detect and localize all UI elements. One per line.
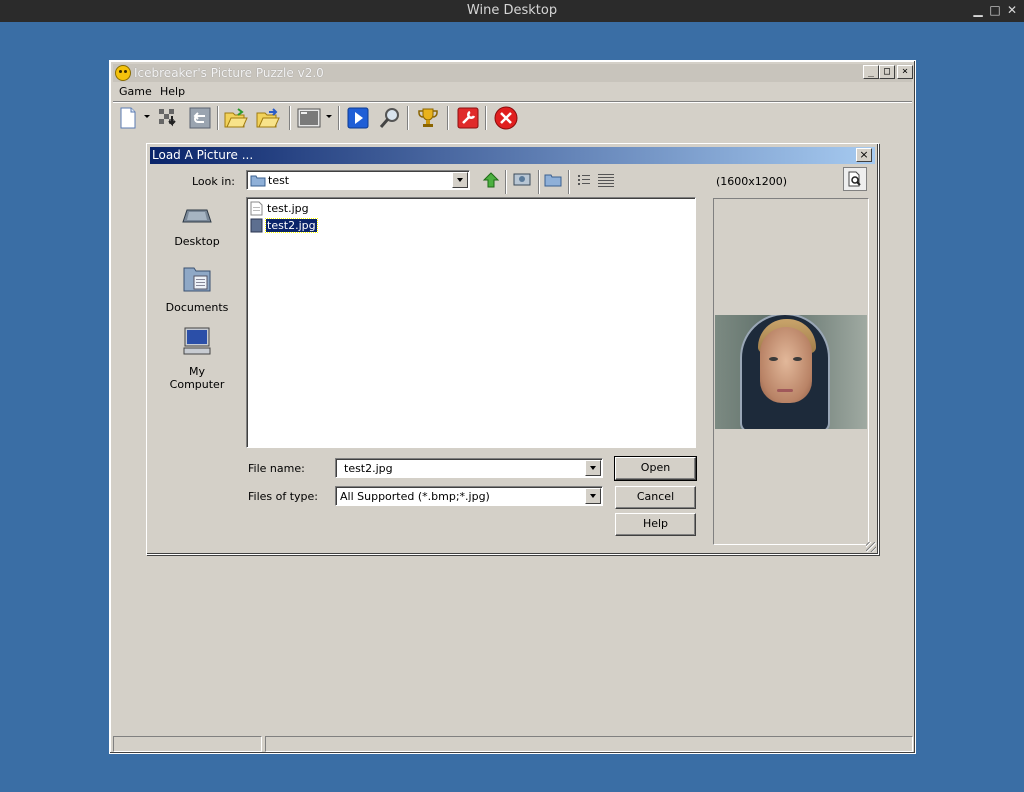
file-name-value: test2.jpg [344,462,393,475]
new-folder-icon[interactable] [540,167,566,193]
host-title-bar: Wine Desktop ▁ □ ✕ [0,0,1024,22]
open-button[interactable]: Open [614,456,697,481]
toolbar-separator [407,106,409,130]
dialog-close-button[interactable]: × [856,148,872,162]
place-my-computer-label: My Computer [169,365,225,391]
place-desktop-label: Desktop [174,235,220,248]
preview-image [715,315,867,429]
look-in-dropdown-button[interactable] [452,172,468,188]
up-folder-icon[interactable] [478,167,504,193]
host-maximize-button[interactable]: □ [987,3,1003,17]
look-in-combo[interactable]: test [246,170,470,190]
picture-select-icon[interactable] [296,105,322,131]
preview-panel [713,198,869,545]
exit-icon[interactable] [493,105,519,131]
folder-icon [250,175,266,187]
eye-left [769,357,778,361]
preview-size-label: (1600x1200) [716,175,788,188]
host-title: Wine Desktop [466,3,558,18]
toolbar-separator [485,106,487,130]
smiley-icon [115,65,131,81]
file-type-label: Files of type: [248,490,319,503]
file-name-dropdown-button[interactable] [585,460,601,476]
app-minimize-button[interactable]: _ [863,65,879,79]
undo-icon[interactable] [187,105,213,131]
toolbar-separator [289,106,291,130]
menu-help[interactable]: Help [160,85,185,98]
place-documents-label: Documents [165,301,229,314]
toolbar-separator [217,106,219,130]
file-item[interactable]: test.jpg [250,201,310,216]
menu-bar: Game Help [113,83,912,101]
file-icon [250,201,263,216]
file-type-value: All Supported (*.bmp;*.jpg) [340,490,490,503]
file-name-label: File name: [248,462,305,475]
menu-game[interactable]: Game [119,85,152,98]
place-desktop[interactable]: Desktop [161,204,233,248]
app-maximize-button[interactable]: □ [879,65,895,79]
desktop-icon [182,209,212,223]
picture-select-dropdown-icon[interactable] [326,115,332,118]
app-title-bar[interactable]: Icebreaker's Picture Puzzle v2.0 _ □ × [113,64,913,82]
dialog-title-bar[interactable]: Load A Picture ... × [150,147,875,164]
new-game-icon[interactable] [115,105,141,131]
file-list[interactable]: test.jpg test2.jpg [246,197,696,448]
place-documents[interactable]: Documents [161,264,233,314]
settings-wrench-icon[interactable] [455,105,481,131]
toolbar [113,103,912,133]
toolbar-separator [338,106,340,130]
load-picture-dialog: Load A Picture ... × Look in: test Deskt… [146,143,879,555]
play-icon[interactable] [345,105,371,131]
file-type-dropdown-button[interactable] [585,488,601,504]
mouth-shape [777,389,793,392]
status-panel-left [113,736,262,752]
dialog-title: Load A Picture ... [152,148,254,162]
new-game-dropdown-icon[interactable] [144,115,150,118]
place-my-computer[interactable]: My Computer [161,326,233,391]
details-view-icon[interactable] [593,167,619,193]
file-name: test.jpg [267,202,309,215]
trophy-icon[interactable] [415,105,441,131]
preview-zoom-icon[interactable] [843,167,867,191]
app-close-button[interactable]: × [897,65,913,79]
file-name: test2.jpg [265,218,318,233]
dialog-toolbar-separator [568,170,570,194]
app-title: Icebreaker's Picture Puzzle v2.0 [134,66,324,80]
desktop-view-icon[interactable] [509,167,535,193]
zoom-icon[interactable] [377,105,403,131]
cancel-button[interactable]: Cancel [615,486,696,509]
file-type-combo[interactable]: All Supported (*.bmp;*.jpg) [335,486,603,506]
help-button[interactable]: Help [615,513,696,536]
dialog-toolbar-separator [505,170,507,194]
resize-grip-icon[interactable] [866,542,876,552]
shuffle-icon[interactable] [155,105,181,131]
documents-icon [183,267,211,292]
open-folder-next-icon[interactable] [255,105,281,131]
file-item-selected[interactable]: test2.jpg [250,218,318,233]
look-in-value: test [268,174,290,187]
open-folder-icon[interactable] [223,105,249,131]
computer-icon [183,327,211,355]
host-close-button[interactable]: ✕ [1004,3,1020,17]
image-file-icon [250,218,263,233]
file-name-combo[interactable]: test2.jpg [335,458,603,478]
status-panel-right [265,736,913,752]
look-in-label: Look in: [192,175,235,188]
toolbar-separator [447,106,449,130]
host-minimize-button[interactable]: ▁ [970,3,986,17]
eye-right [793,357,802,361]
